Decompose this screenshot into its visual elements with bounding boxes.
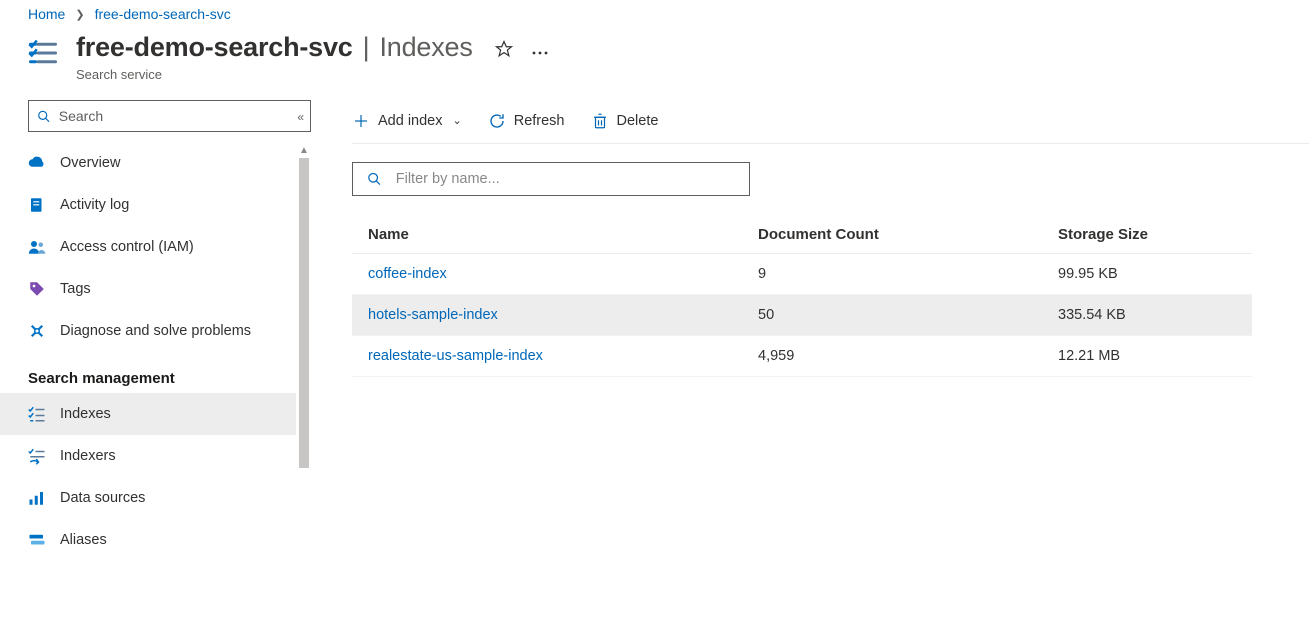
cell-storage: 335.54 KB bbox=[1042, 295, 1252, 336]
cell-docs: 4,959 bbox=[742, 336, 1042, 377]
sidebar-item-label: Tags bbox=[60, 281, 91, 297]
sidebar-item-label: Indexers bbox=[60, 448, 116, 464]
indexers-icon bbox=[28, 447, 46, 465]
sidebar-item-aliases[interactable]: Aliases bbox=[26, 519, 309, 561]
main-content: Add index ⌄ Refresh Delete Name Document… bbox=[312, 98, 1309, 619]
sidebar-item-indexes[interactable]: Indexes bbox=[0, 393, 311, 435]
index-name-link[interactable]: coffee-index bbox=[352, 254, 742, 295]
breadcrumb-home[interactable]: Home bbox=[28, 6, 65, 22]
add-index-button[interactable]: Add index ⌄ bbox=[352, 112, 462, 130]
table-row[interactable]: coffee-index 9 99.95 KB bbox=[352, 254, 1252, 295]
cell-docs: 50 bbox=[742, 295, 1042, 336]
favorite-star-icon[interactable] bbox=[495, 40, 513, 61]
sidebar-item-indexers[interactable]: Indexers bbox=[26, 435, 309, 477]
sidebar-item-label: Diagnose and solve problems bbox=[60, 323, 251, 339]
title-separator: | bbox=[359, 32, 374, 63]
sidebar-search-input[interactable] bbox=[28, 100, 311, 132]
cell-docs: 9 bbox=[742, 254, 1042, 295]
index-name-link[interactable]: realestate-us-sample-index bbox=[352, 336, 742, 377]
sidebar-scrollbar[interactable]: ▲ bbox=[296, 142, 312, 642]
sidebar-item-data-sources[interactable]: Data sources bbox=[26, 477, 309, 519]
breadcrumb: Home ❯ free-demo-search-svc bbox=[0, 0, 1309, 28]
collapse-sidebar-icon[interactable]: « bbox=[297, 110, 304, 124]
table-row[interactable]: realestate-us-sample-index 4,959 12.21 M… bbox=[352, 336, 1252, 377]
page-tab-name: Indexes bbox=[379, 32, 472, 63]
sidebar-item-label: Access control (IAM) bbox=[60, 239, 194, 255]
table-header-row: Name Document Count Storage Size bbox=[352, 216, 1252, 254]
filter-input[interactable] bbox=[352, 162, 750, 196]
sidebar-item-activity-log[interactable]: Activity log bbox=[26, 184, 309, 226]
col-storage-size[interactable]: Storage Size bbox=[1042, 216, 1252, 254]
page-title: free-demo-search-svc | Indexes bbox=[76, 32, 473, 63]
chevron-down-icon: ⌄ bbox=[453, 114, 462, 127]
breadcrumb-current[interactable]: free-demo-search-svc bbox=[95, 6, 231, 22]
sidebar: « Overview Activity log Access control (… bbox=[0, 98, 312, 619]
log-icon bbox=[28, 196, 46, 214]
command-bar: Add index ⌄ Refresh Delete bbox=[352, 98, 1309, 144]
sidebar-search-field[interactable] bbox=[59, 108, 302, 124]
sidebar-item-overview[interactable]: Overview bbox=[26, 142, 309, 184]
delete-button[interactable]: Delete bbox=[591, 112, 659, 130]
sidebar-item-tags[interactable]: Tags bbox=[26, 268, 309, 310]
sidebar-item-label: Activity log bbox=[60, 197, 129, 213]
resource-name: free-demo-search-svc bbox=[76, 32, 353, 63]
refresh-label: Refresh bbox=[514, 113, 565, 129]
col-name[interactable]: Name bbox=[352, 216, 742, 254]
cell-storage: 99.95 KB bbox=[1042, 254, 1252, 295]
cloud-icon bbox=[28, 154, 46, 172]
page-header: free-demo-search-svc | Indexes Search se… bbox=[0, 28, 1309, 98]
scroll-up-icon[interactable]: ▲ bbox=[296, 142, 312, 158]
tag-icon bbox=[28, 280, 46, 298]
sidebar-item-diagnose[interactable]: Diagnose and solve problems bbox=[26, 310, 309, 352]
table-row[interactable]: hotels-sample-index 50 335.54 KB bbox=[352, 295, 1252, 336]
sidebar-item-label: Data sources bbox=[60, 490, 145, 506]
aliases-icon bbox=[28, 531, 46, 549]
chevron-right-icon: ❯ bbox=[75, 8, 84, 21]
indexes-icon bbox=[28, 405, 46, 423]
page-subtitle: Search service bbox=[76, 67, 473, 82]
sidebar-section-search-management: Search management bbox=[28, 370, 312, 387]
people-icon bbox=[28, 238, 46, 256]
delete-label: Delete bbox=[617, 113, 659, 129]
diagnose-icon bbox=[28, 322, 46, 340]
refresh-icon bbox=[488, 112, 506, 130]
col-document-count[interactable]: Document Count bbox=[742, 216, 1042, 254]
sidebar-item-access-control[interactable]: Access control (IAM) bbox=[26, 226, 309, 268]
plus-icon bbox=[352, 112, 370, 130]
data-sources-icon bbox=[28, 489, 46, 507]
filter-field[interactable] bbox=[396, 171, 735, 187]
trash-icon bbox=[591, 112, 609, 130]
sidebar-item-label: Aliases bbox=[60, 532, 107, 548]
indexes-table: Name Document Count Storage Size coffee-… bbox=[352, 216, 1252, 377]
index-name-link[interactable]: hotels-sample-index bbox=[352, 295, 742, 336]
sidebar-item-label: Indexes bbox=[60, 406, 111, 422]
sidebar-item-label: Overview bbox=[60, 155, 120, 171]
refresh-button[interactable]: Refresh bbox=[488, 112, 565, 130]
search-icon bbox=[37, 109, 51, 124]
scroll-thumb[interactable] bbox=[299, 158, 309, 468]
more-actions-icon[interactable] bbox=[531, 43, 549, 59]
add-index-label: Add index bbox=[378, 113, 443, 129]
search-icon bbox=[367, 171, 382, 187]
cell-storage: 12.21 MB bbox=[1042, 336, 1252, 377]
resource-icon bbox=[28, 38, 58, 68]
